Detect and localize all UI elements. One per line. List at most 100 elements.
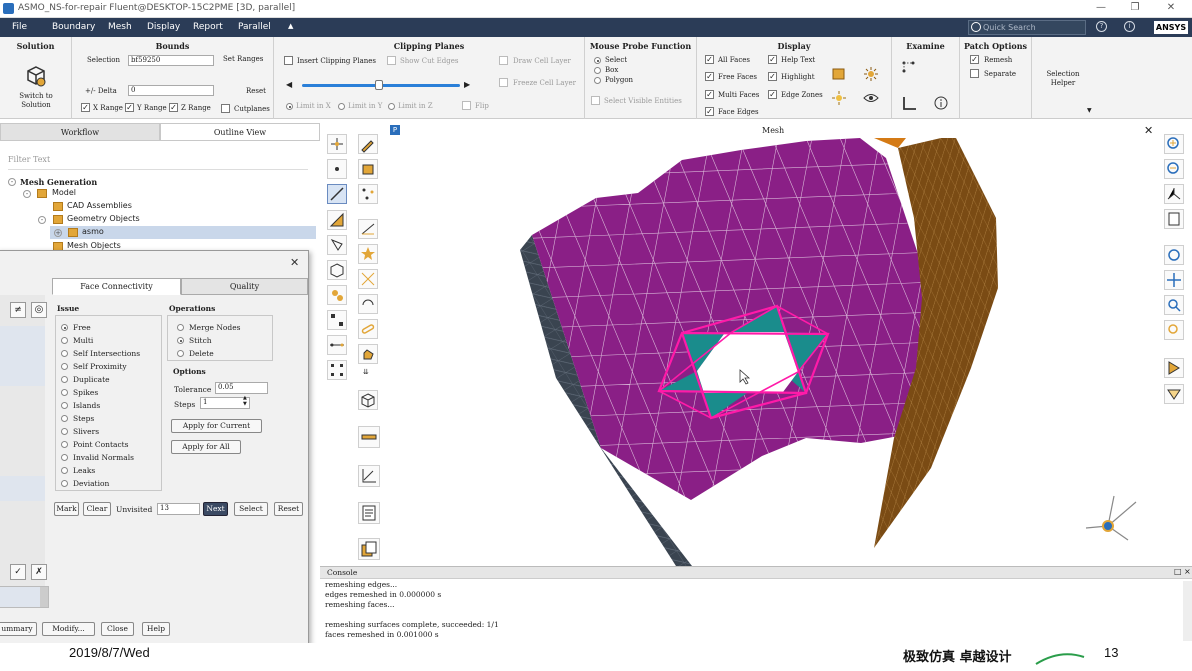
clip-slider-thumb[interactable] [375,80,383,90]
highlight-checkbox[interactable]: ✓ [768,72,777,81]
limit-z-radio[interactable] [388,103,395,110]
all-faces-checkbox[interactable]: ✓ [705,55,714,64]
info-icon[interactable]: i [1124,21,1135,32]
issue-radio-self-proximity[interactable] [61,363,68,370]
issue-radio-slivers[interactable] [61,428,68,435]
menu-report[interactable]: Report [193,22,223,32]
selection-input[interactable]: bf59250 [128,55,214,66]
examine-info-icon[interactable] [933,95,949,111]
show-cut-edges-checkbox[interactable] [387,56,396,65]
help-button[interactable]: Help [142,622,170,636]
console-scrollbar[interactable] [1183,581,1192,641]
switch-solution-icon[interactable] [26,65,46,87]
bounds-reset-button[interactable]: Reset [246,87,266,95]
cells-filter-icon[interactable] [327,285,347,305]
issue-radio-duplicate[interactable] [61,376,68,383]
tree-toggle-model[interactable]: - [23,190,31,198]
pin-icon[interactable]: P [390,125,400,135]
notes-icon[interactable] [358,502,380,524]
object-filter-icon[interactable] [327,260,347,280]
draw-cell-layer-checkbox[interactable] [499,56,508,65]
edge-zones-checkbox[interactable]: ✓ [768,90,777,99]
edge-filter-icon[interactable] [327,184,347,204]
issue-radio-point-contacts[interactable] [61,441,68,448]
menu-display[interactable]: Display [147,22,180,32]
set-ranges-button[interactable]: Set Ranges [223,55,263,63]
help-text-checkbox[interactable]: ✓ [768,55,777,64]
copy-icon[interactable] [358,538,380,560]
target-icon[interactable]: ◎ [31,302,47,318]
graphics-close-icon[interactable]: ✕ [1144,124,1153,137]
rotate-view-icon[interactable] [1164,245,1184,265]
menu-boundary[interactable]: Boundary [52,22,95,32]
issue-radio-steps[interactable] [61,415,68,422]
dialog-close-icon[interactable]: ✕ [290,256,299,269]
view-dropdown-icon[interactable] [1164,384,1184,404]
modify-button[interactable]: Modify... [42,622,95,636]
sun-icon[interactable] [831,90,847,106]
mark-button[interactable]: Mark [54,502,79,516]
cube-view-icon[interactable] [358,390,378,410]
axes-chart-icon[interactable] [358,465,380,487]
close-button[interactable]: Close [101,622,134,636]
graphics-viewport[interactable] [386,138,1160,566]
issue-radio-deviation[interactable] [61,480,68,487]
merge-nodes-radio[interactable] [177,324,184,331]
delta-input[interactable]: 0 [128,85,214,96]
issue-radio-free[interactable] [61,324,68,331]
save-picture-icon[interactable] [1164,209,1184,229]
zoom-in-icon[interactable] [1164,134,1184,154]
node-filter-icon[interactable] [327,159,347,179]
insert-clipping-checkbox[interactable] [284,56,293,65]
tolerance-input[interactable]: 0.05 [215,382,268,394]
apply-for-all-button[interactable]: Apply for All [171,440,241,454]
limit-y-radio[interactable] [338,103,345,110]
display-mode-icon[interactable] [1164,358,1184,378]
menu-expand-icon[interactable]: ▲ [288,22,293,30]
pan-view-icon[interactable] [1164,270,1184,290]
selection-helper-button[interactable]: Selection Helper [1040,70,1086,88]
issue-radio-islands[interactable] [61,402,68,409]
cutplanes-checkbox[interactable] [221,104,230,113]
issue-radio-invalid-normals[interactable] [61,454,68,461]
quad-pick-icon[interactable] [327,360,347,380]
ribbon-expand-icon[interactable]: ▼ [1087,107,1092,114]
tree-item-cad-assemblies[interactable]: CAD Assemblies [67,201,132,210]
multi-faces-checkbox[interactable]: ✓ [705,90,714,99]
maximize-button[interactable]: ❐ [1128,2,1142,13]
console-maximize-icon[interactable]: □ [1174,567,1182,576]
list-check-icon[interactable]: ✓ [10,564,26,580]
examine-nodes-icon[interactable] [901,59,917,75]
tree-toggle-mesh-generation[interactable]: - [8,178,16,186]
star-icon[interactable] [358,244,378,264]
tree-item-mesh-generation[interactable]: Mesh Generation [20,177,97,187]
issue-radio-multi[interactable] [61,337,68,344]
switch-to-solution-button[interactable]: Switch to Solution [16,92,56,110]
next-button[interactable]: Next [203,502,228,516]
light-icon[interactable] [863,66,879,82]
zoom-box-icon[interactable] [1164,295,1184,315]
console-close-icon[interactable]: × [1184,567,1191,576]
tab-face-connectivity[interactable]: Face Connectivity [52,278,181,295]
link-icon[interactable] [358,319,378,339]
zone-filter-icon[interactable] [327,235,347,255]
list-uncheck-icon[interactable]: ✗ [31,564,47,580]
remesh-checkbox[interactable]: ✓ [970,55,979,64]
apply-for-current-button[interactable]: Apply for Current [171,419,262,433]
slider-right-arrow-icon[interactable]: ▶ [464,80,470,89]
steps-spinner-icon[interactable]: ▲ ▼ [243,395,247,407]
stitch-radio[interactable] [177,337,184,344]
z-range-checkbox[interactable]: ✓ [169,103,178,112]
axes-view-icon[interactable] [1164,184,1184,204]
slider-left-arrow-icon[interactable]: ◀ [286,80,292,89]
tree-item-model[interactable]: Model [52,188,76,197]
menu-mesh[interactable]: Mesh [108,22,132,32]
flip-checkbox[interactable] [462,101,471,110]
tree-item-geometry-objects[interactable]: Geometry Objects [67,214,140,223]
close-window-button[interactable]: ✕ [1164,2,1178,13]
summary-button[interactable]: ummary [0,622,37,636]
delete-radio[interactable] [177,350,184,357]
y-range-checkbox[interactable]: ✓ [125,103,134,112]
tree-toggle-geometry-objects[interactable]: - [38,216,46,224]
select-point-icon[interactable] [327,134,347,154]
